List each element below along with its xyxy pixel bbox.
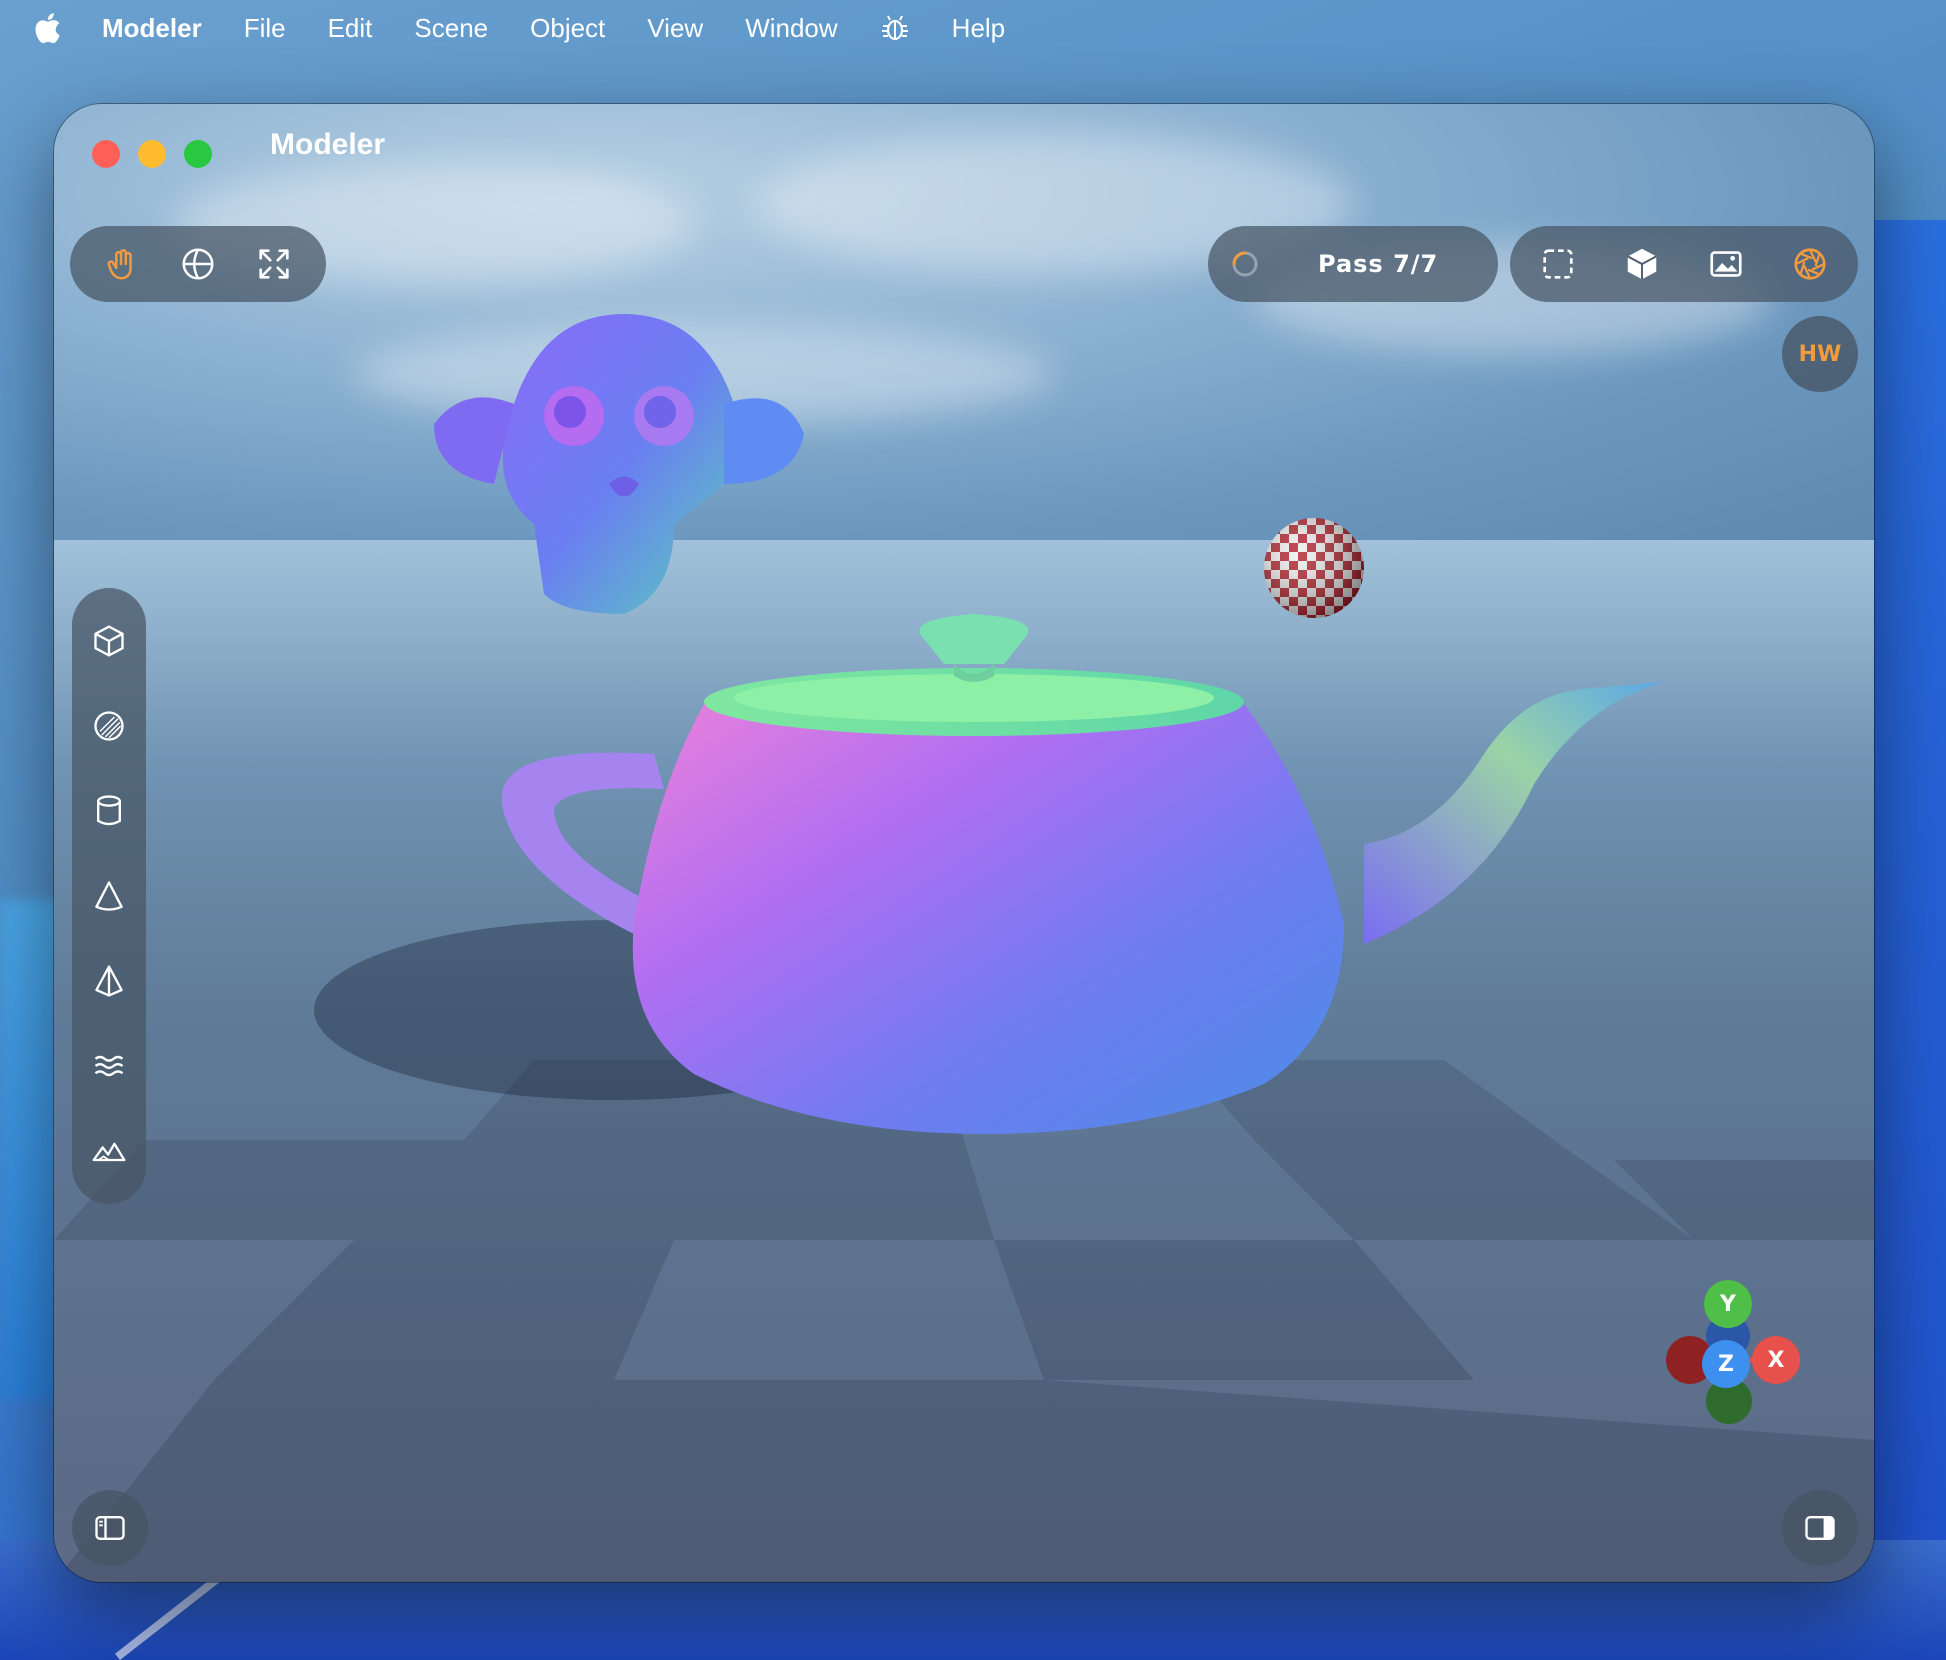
render-aperture-icon[interactable] [1790, 244, 1830, 284]
menu-edit[interactable]: Edit [328, 13, 373, 44]
sphere-icon[interactable] [89, 706, 129, 746]
apple-icon[interactable] [32, 12, 62, 44]
hand-pan-icon[interactable] [102, 244, 142, 284]
navigation-toolbar [70, 226, 326, 302]
sky [54, 104, 1874, 544]
viewport-3d[interactable] [54, 104, 1874, 1582]
menu-file[interactable]: File [244, 13, 286, 44]
progress-spinner-icon [1232, 251, 1258, 277]
axis-x[interactable]: X [1752, 1336, 1800, 1384]
menu-scene[interactable]: Scene [414, 13, 488, 44]
cone-icon[interactable] [89, 876, 129, 916]
axis-y[interactable]: Y [1704, 1280, 1752, 1328]
select-region-icon[interactable] [1538, 244, 1578, 284]
cylinder-icon[interactable] [89, 791, 129, 831]
pyramid-icon[interactable] [89, 961, 129, 1001]
toggle-right-panel-button[interactable] [1782, 1490, 1858, 1566]
image-icon[interactable] [1706, 244, 1746, 284]
checker-sphere[interactable] [1262, 516, 1366, 620]
monkey-head[interactable] [424, 294, 824, 634]
primitives-toolbar [72, 588, 146, 1204]
cube-view-icon[interactable] [1622, 244, 1662, 284]
globe-orbit-icon[interactable] [178, 244, 218, 284]
teapot[interactable] [484, 614, 1664, 1174]
modeler-window: Modeler Pass 7/7 HW Y X Z [54, 104, 1874, 1582]
minimize-button[interactable] [138, 140, 166, 168]
axis-gizmo[interactable]: Y X Z [1660, 1280, 1820, 1440]
fit-view-icon[interactable] [254, 244, 294, 284]
menu-window[interactable]: Window [745, 13, 837, 44]
render-status: Pass 7/7 [1208, 226, 1498, 302]
axis-z[interactable]: Z [1702, 1340, 1750, 1388]
menu-object[interactable]: Object [530, 13, 605, 44]
toggle-left-panel-button[interactable] [72, 1490, 148, 1566]
window-title: Modeler [270, 128, 386, 161]
cube-icon[interactable] [89, 621, 129, 661]
menu-bar: Modeler File Edit Scene Object View Wind… [0, 0, 1946, 56]
water-icon[interactable] [89, 1046, 129, 1086]
hardware-render-badge[interactable]: HW [1782, 316, 1858, 392]
bug-icon[interactable] [880, 13, 910, 43]
close-button[interactable] [92, 140, 120, 168]
terrain-icon[interactable] [89, 1131, 129, 1171]
render-toolbar [1510, 226, 1858, 302]
menu-app-name[interactable]: Modeler [102, 13, 202, 44]
menu-view[interactable]: View [647, 13, 703, 44]
render-pass-label: Pass 7/7 [1318, 250, 1439, 278]
sidebar-right-icon [1805, 1516, 1835, 1540]
sidebar-left-icon [95, 1516, 125, 1540]
zoom-button[interactable] [184, 140, 212, 168]
menu-help[interactable]: Help [952, 13, 1005, 44]
